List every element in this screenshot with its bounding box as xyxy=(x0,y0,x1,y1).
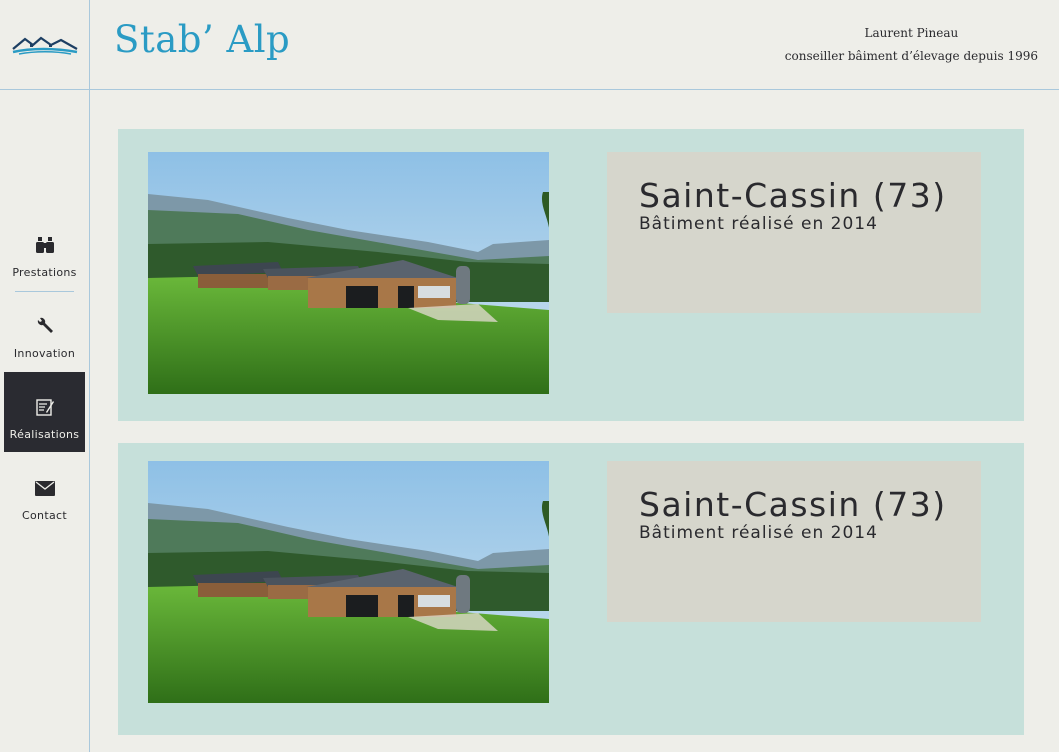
wrench-icon xyxy=(34,315,56,337)
project-card[interactable]: Saint-Cassin (73) Bâtiment réalisé en 20… xyxy=(118,129,1024,421)
sidebar-item-innovation[interactable]: Innovation xyxy=(4,291,85,371)
project-info: Saint-Cassin (73) Bâtiment réalisé en 20… xyxy=(607,461,981,622)
site-header: Stab’ Alp Laurent Pineau conseiller bâim… xyxy=(0,0,1059,90)
sidebar-item-label: Prestations xyxy=(12,266,77,279)
logo[interactable] xyxy=(0,0,90,90)
mountain-logo-icon xyxy=(12,36,78,55)
barn-photo xyxy=(148,152,549,394)
owner-name: Laurent Pineau xyxy=(864,26,959,40)
binoculars-icon xyxy=(34,234,56,256)
project-place: Saint-Cassin (73) xyxy=(639,485,947,524)
owner-tagline: conseiller bâiment d’élevage depuis 1996 xyxy=(784,49,1038,63)
sidebar-item-label: Innovation xyxy=(13,347,76,360)
sidebar-divider xyxy=(89,0,90,752)
envelope-icon xyxy=(34,477,56,499)
project-photo[interactable] xyxy=(148,152,549,394)
sidebar-item-realisations[interactable]: Réalisations xyxy=(4,372,85,452)
project-card[interactable]: Saint-Cassin (73) Bâtiment réalisé en 20… xyxy=(118,443,1024,735)
sidebar-item-prestations[interactable]: Prestations xyxy=(4,210,85,290)
brand-title[interactable]: Stab’ Alp xyxy=(114,18,290,61)
sidebar-item-label: Réalisations xyxy=(9,428,80,441)
sidebar-item-label: Contact xyxy=(22,509,67,522)
owner-info: Laurent Pineau conseiller bâiment d’élev… xyxy=(785,22,1038,68)
project-place: Saint-Cassin (73) xyxy=(639,176,947,215)
project-description: Bâtiment réalisé en 2014 xyxy=(639,214,878,234)
project-description: Bâtiment réalisé en 2014 xyxy=(639,523,878,543)
barn-photo xyxy=(148,461,549,703)
project-photo[interactable] xyxy=(148,461,549,703)
sidebar-item-contact[interactable]: Contact xyxy=(4,453,85,533)
project-info: Saint-Cassin (73) Bâtiment réalisé en 20… xyxy=(607,152,981,313)
blueprint-icon xyxy=(34,396,56,418)
